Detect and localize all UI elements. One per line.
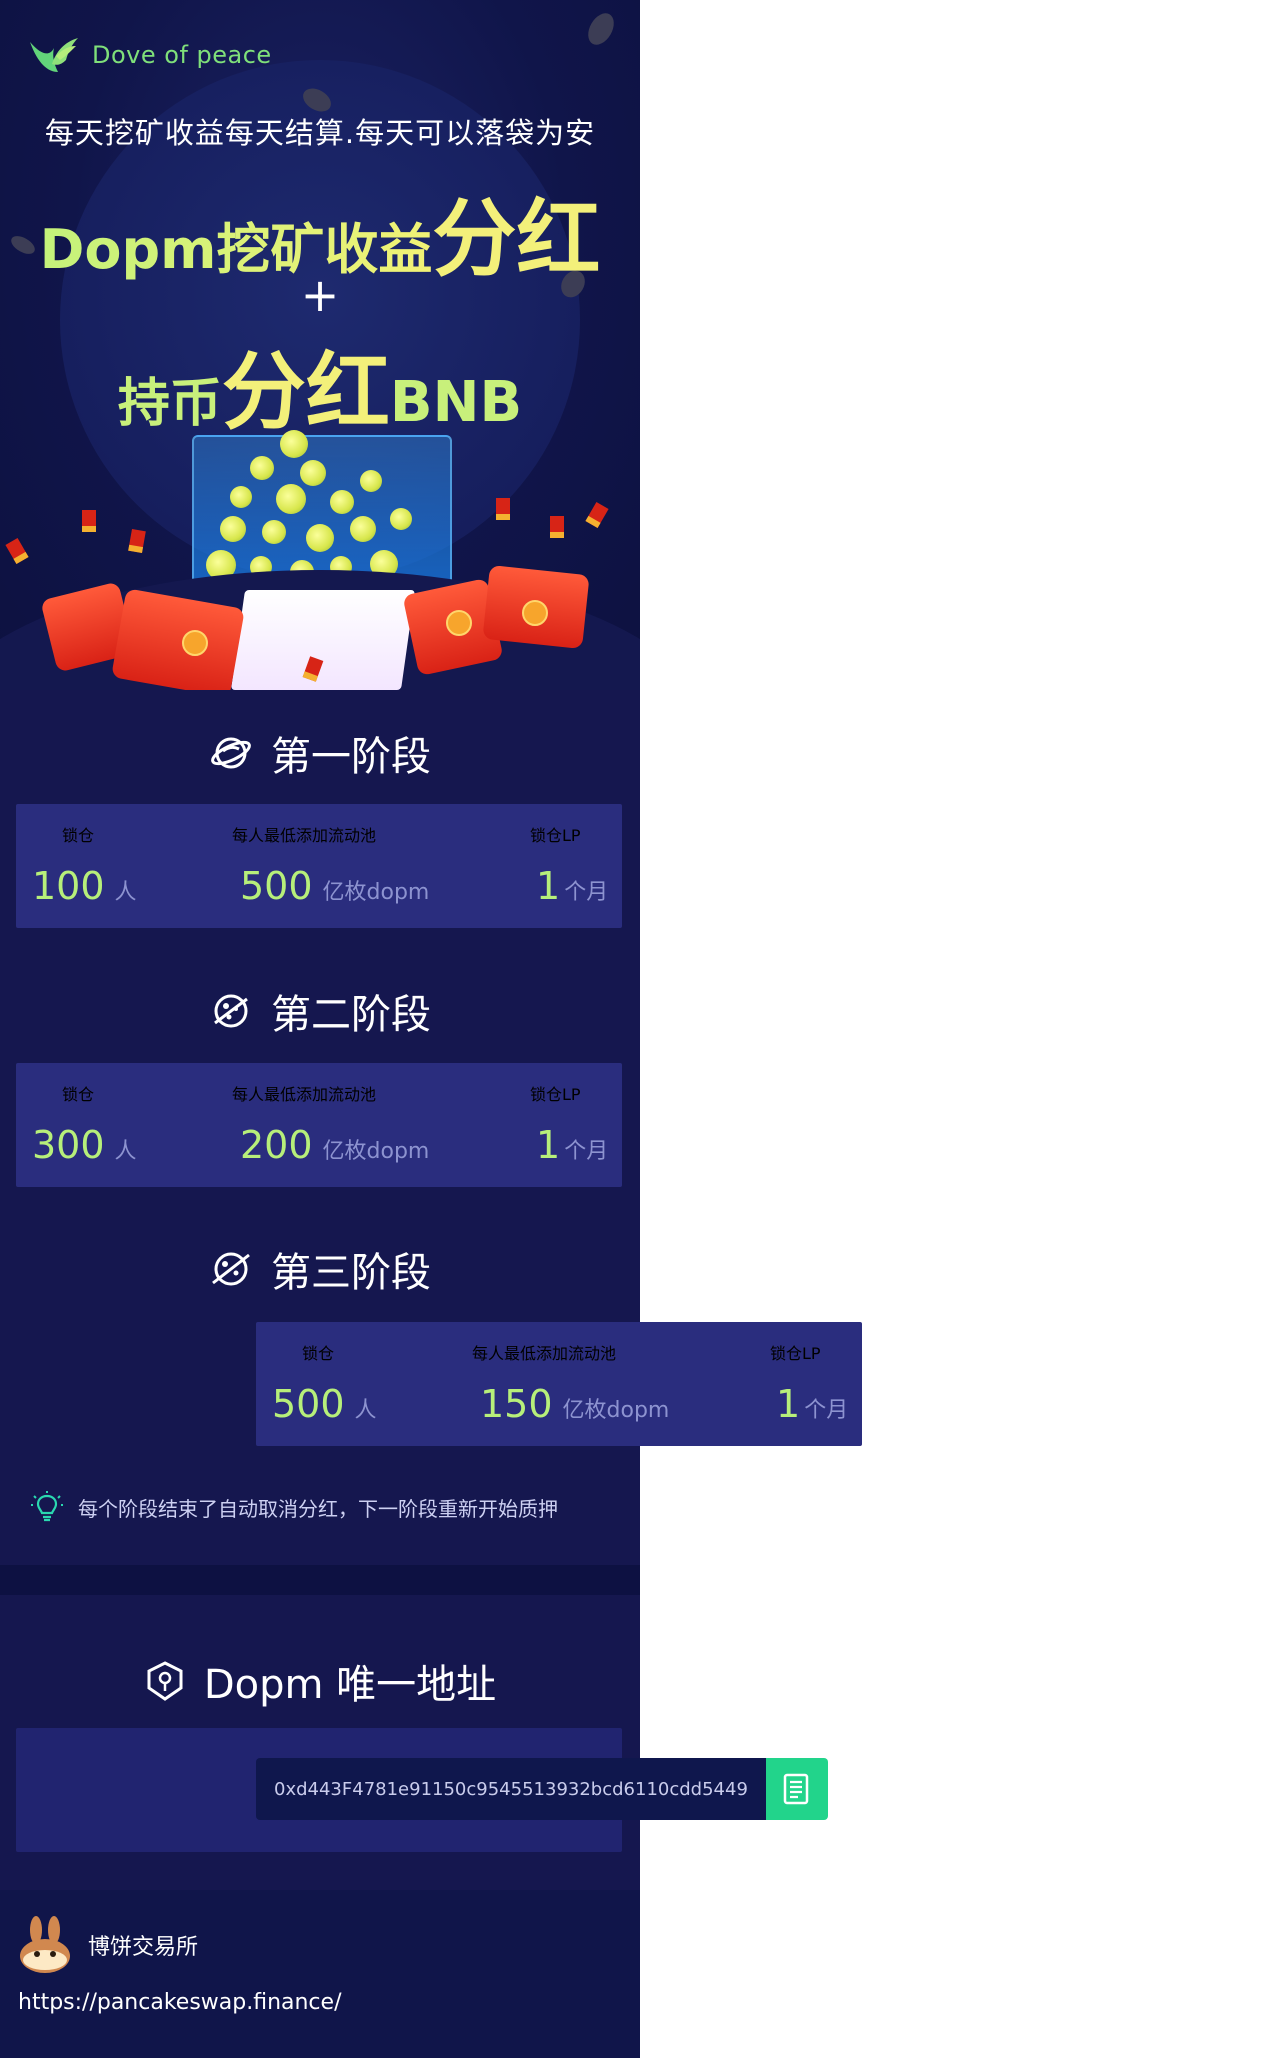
- exchange-logo[interactable]: 博饼交易所: [18, 1916, 198, 1974]
- tip-text: 每个阶段结束了自动取消分红，下一阶段重新开始质押: [78, 1496, 558, 1521]
- lock-count-number: 100: [32, 864, 105, 908]
- stage-1-panel: 锁仓 100 人 每人最低添加流动池 500 亿枚dopm 锁仓LP 1 个月: [16, 804, 622, 928]
- envelope-seal: [182, 630, 208, 656]
- coin: [306, 524, 334, 552]
- exchange-name: 博饼交易所: [88, 1935, 199, 1960]
- pool-min-number: 200: [240, 1123, 313, 1167]
- lock-lp-label: 锁仓LP: [770, 1344, 821, 1363]
- hero-banner: Dove of peace 每天挖矿收益每天结算.每天可以落袋为安 Dopm挖矿…: [0, 0, 640, 690]
- copy-address-button[interactable]: [766, 1758, 828, 1820]
- address-title: Dopm 唯一地址: [0, 1652, 640, 1710]
- hero-plus: +: [300, 268, 340, 322]
- envelope-seal: [446, 610, 472, 636]
- pool-min-label: 每人最低添加流动池: [232, 826, 377, 845]
- envelope-card: [230, 590, 416, 690]
- lock-count-unit: 人: [354, 1398, 377, 1423]
- pool-min-number: 500: [240, 864, 313, 908]
- address-title-text: Dopm 唯一地址: [203, 1662, 497, 1708]
- pool-min-label: 每人最低添加流动池: [472, 1344, 617, 1363]
- copy-icon: [783, 1773, 809, 1805]
- stage-tip: 每个阶段结束了自动取消分红，下一阶段重新开始质押: [30, 1490, 558, 1524]
- stage-2-panel: 锁仓 300 人 每人最低添加流动池 200 亿枚dopm 锁仓LP 1 个月: [16, 1063, 622, 1187]
- stage-3-title-text: 第三阶段: [271, 1250, 431, 1296]
- lock-count-unit: 人: [114, 880, 137, 905]
- brand-logo[interactable]: Dove of peace: [26, 34, 272, 76]
- stage-1-title: 第一阶段: [0, 724, 640, 782]
- lock-count-label: 锁仓: [62, 826, 95, 845]
- exchange-link[interactable]: https://pancakeswap.finance/: [18, 1990, 341, 2015]
- lock-lp-number: 1: [536, 1123, 561, 1167]
- lock-lp-number: 1: [776, 1382, 801, 1426]
- mini-envelope: [585, 501, 609, 529]
- footer: 博饼交易所 https://pancakeswap.finance/: [0, 1890, 640, 2058]
- coin: [230, 486, 252, 508]
- lightbulb-icon: [31, 1491, 63, 1522]
- coin: [300, 460, 326, 486]
- coin: [280, 430, 308, 458]
- hero-illustration: [0, 420, 640, 690]
- pool-min-unit: 亿枚dopm: [562, 1398, 670, 1423]
- pool-min-value: 500 亿枚dopm: [240, 864, 429, 908]
- stage-1-title-text: 第一阶段: [271, 734, 431, 780]
- lock-count-value: 100 人: [32, 864, 137, 908]
- stage-3-title: 第三阶段: [0, 1240, 640, 1298]
- shield-icon: [147, 1661, 183, 1701]
- lock-lp-unit: 个月: [564, 1139, 609, 1164]
- pool-min-unit: 亿枚dopm: [322, 1139, 430, 1164]
- page: Dove of peace 每天挖矿收益每天结算.每天可以落袋为安 Dopm挖矿…: [0, 0, 640, 2058]
- stage-2-title-text: 第二阶段: [271, 992, 431, 1038]
- hero-subtitle: 每天挖矿收益每天结算.每天可以落袋为安: [44, 116, 596, 150]
- dove-wing-icon: [30, 38, 78, 72]
- mini-envelope: [5, 537, 29, 565]
- stage-3-panel: 锁仓 500 人 每人最低添加流动池 150 亿枚dopm 锁仓LP 1 个月: [256, 1322, 862, 1446]
- lock-lp-unit: 个月: [564, 880, 609, 905]
- coin: [262, 520, 286, 544]
- coin: [250, 456, 274, 480]
- falling-coin: [582, 8, 620, 50]
- coin: [276, 484, 306, 514]
- address-value: 0xd443F4781e91150c9545513932bcd6110cdd54…: [274, 1778, 748, 1800]
- coin: [220, 516, 246, 542]
- lock-lp-number: 1: [536, 864, 561, 908]
- coin: [360, 470, 382, 492]
- pancake-bunny-icon: [20, 1916, 70, 1973]
- pool-min-value: 200 亿枚dopm: [240, 1123, 429, 1167]
- lock-lp-label: 锁仓LP: [530, 826, 581, 845]
- pool-min-number: 150: [480, 1382, 553, 1426]
- lock-lp-unit: 个月: [804, 1398, 849, 1423]
- lock-count-number: 500: [272, 1382, 345, 1426]
- lock-count-value: 500 人: [272, 1382, 377, 1426]
- lock-count-label: 锁仓: [62, 1085, 95, 1104]
- mini-envelope: [82, 510, 96, 532]
- lock-lp-value: 1 个月: [536, 864, 608, 908]
- lock-count-number: 300: [32, 1123, 105, 1167]
- pool-min-value: 150 亿枚dopm: [480, 1382, 669, 1426]
- envelope-seal: [522, 600, 548, 626]
- lock-count-label: 锁仓: [302, 1344, 335, 1363]
- lock-lp-value: 1 个月: [536, 1123, 608, 1167]
- address-field[interactable]: 0xd443F4781e91150c9545513932bcd6110cdd54…: [256, 1758, 766, 1820]
- coin: [330, 490, 354, 514]
- mini-envelope: [128, 528, 146, 554]
- mini-envelope: [550, 516, 564, 538]
- pool-min-unit: 亿枚dopm: [322, 880, 430, 905]
- section-divider: [0, 1565, 640, 1595]
- lock-lp-value: 1 个月: [776, 1382, 848, 1426]
- lock-lp-label: 锁仓LP: [530, 1085, 581, 1104]
- coin: [390, 508, 412, 530]
- coin: [350, 516, 376, 542]
- planet-ring-icon: [212, 1252, 250, 1286]
- mini-envelope: [496, 498, 510, 520]
- planet-icon: [211, 737, 251, 769]
- stage-2-title: 第二阶段: [0, 982, 640, 1040]
- lock-count-unit: 人: [114, 1139, 137, 1164]
- lock-count-value: 300 人: [32, 1123, 137, 1167]
- pool-min-label: 每人最低添加流动池: [232, 1085, 377, 1104]
- planet-dots-icon: [214, 994, 248, 1028]
- brand-name: Dove of peace: [92, 41, 272, 69]
